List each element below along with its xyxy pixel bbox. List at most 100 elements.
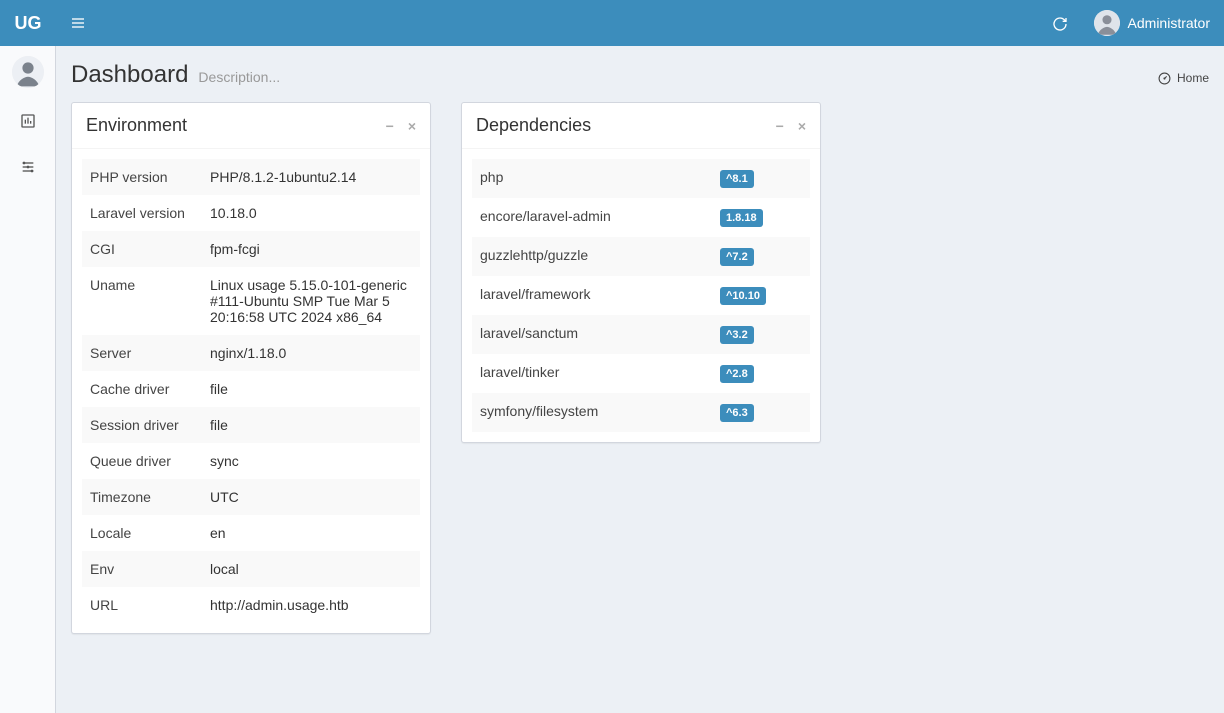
- dep-value-cell: ^2.8: [712, 354, 810, 393]
- sidebar-item-admin[interactable]: [0, 147, 55, 184]
- close-button[interactable]: ×: [408, 118, 416, 134]
- user-menu[interactable]: Administrator: [1080, 10, 1224, 36]
- env-label: Locale: [82, 515, 202, 551]
- dependencies-table: php ^8.1 encore/laravel-admin 1.8.18 guzzleh…: [472, 159, 810, 432]
- table-row: Session driverfile: [82, 407, 420, 443]
- dep-value-cell: ^10.10: [712, 276, 810, 315]
- env-value: file: [202, 407, 420, 443]
- env-value: sync: [202, 443, 420, 479]
- env-label: Laravel version: [82, 195, 202, 231]
- minus-icon: −: [776, 118, 784, 134]
- env-value: http://admin.usage.htb: [202, 587, 420, 623]
- version-badge: ^3.2: [720, 326, 754, 344]
- tasks-icon: [20, 157, 36, 173]
- collapse-button[interactable]: −: [776, 118, 784, 134]
- sidebar-item-dashboard[interactable]: [0, 102, 55, 139]
- sidebar-avatar[interactable]: [12, 56, 44, 88]
- table-row: Localeen: [82, 515, 420, 551]
- dashboard-icon: [1158, 71, 1171, 85]
- environment-box-title: Environment: [86, 115, 187, 136]
- env-label: Server: [82, 335, 202, 371]
- env-value: en: [202, 515, 420, 551]
- close-icon: ×: [798, 118, 806, 134]
- dep-label: guzzlehttp/guzzle: [472, 237, 712, 276]
- menu-toggle-button[interactable]: [56, 14, 100, 32]
- dep-label: laravel/tinker: [472, 354, 712, 393]
- table-row: laravel/tinker ^2.8: [472, 354, 810, 393]
- table-row: laravel/framework ^10.10: [472, 276, 810, 315]
- dep-value-cell: 1.8.18: [712, 198, 810, 237]
- env-value: local: [202, 551, 420, 587]
- dependencies-box: Dependencies − × php ^8.1 encore/laravel-a…: [461, 102, 821, 443]
- bars-icon: [70, 14, 86, 31]
- env-value: UTC: [202, 479, 420, 515]
- table-row: TimezoneUTC: [82, 479, 420, 515]
- env-value: PHP/8.1.2-1ubuntu2.14: [202, 159, 420, 195]
- env-label: Cache driver: [82, 371, 202, 407]
- version-badge: ^8.1: [720, 170, 754, 188]
- env-value: 10.18.0: [202, 195, 420, 231]
- bar-chart-icon: [20, 112, 36, 128]
- refresh-button[interactable]: [1040, 14, 1080, 31]
- table-row: UnameLinux usage 5.15.0-101-generic #111…: [82, 267, 420, 335]
- version-badge: 1.8.18: [720, 209, 763, 227]
- table-row: Envlocal: [82, 551, 420, 587]
- table-row: Queue driversync: [82, 443, 420, 479]
- version-badge: ^2.8: [720, 365, 754, 383]
- version-badge: ^6.3: [720, 404, 754, 422]
- environment-box: Environment − × PHP versionPHP/8.1.2-1ub…: [71, 102, 431, 634]
- breadcrumb-home: Home: [1177, 71, 1209, 85]
- dependencies-box-title: Dependencies: [476, 115, 591, 136]
- table-row: encore/laravel-admin 1.8.18: [472, 198, 810, 237]
- table-row: php ^8.1: [472, 159, 810, 198]
- env-value: Linux usage 5.15.0-101-generic #111-Ubun…: [202, 267, 420, 335]
- dep-value-cell: ^7.2: [712, 237, 810, 276]
- env-value: fpm-fcgi: [202, 231, 420, 267]
- env-label: Timezone: [82, 479, 202, 515]
- table-row: CGIfpm-fcgi: [82, 231, 420, 267]
- table-row: URLhttp://admin.usage.htb: [82, 587, 420, 623]
- env-label: Uname: [82, 267, 202, 335]
- sidebar: [0, 46, 56, 713]
- dep-label: symfony/filesystem: [472, 393, 712, 432]
- refresh-icon: [1052, 14, 1068, 30]
- avatar: [1094, 10, 1120, 36]
- env-label: Queue driver: [82, 443, 202, 479]
- dep-value-cell: ^3.2: [712, 315, 810, 354]
- dep-value-cell: ^8.1: [712, 159, 810, 198]
- table-row: PHP versionPHP/8.1.2-1ubuntu2.14: [82, 159, 420, 195]
- logo[interactable]: UG: [0, 13, 56, 34]
- dep-value-cell: ^6.3: [712, 393, 810, 432]
- user-name: Administrator: [1128, 15, 1210, 31]
- collapse-button[interactable]: −: [386, 118, 394, 134]
- dep-label: encore/laravel-admin: [472, 198, 712, 237]
- dep-label: laravel/framework: [472, 276, 712, 315]
- breadcrumb[interactable]: Home: [1158, 71, 1209, 85]
- dep-label: laravel/sanctum: [472, 315, 712, 354]
- version-badge: ^7.2: [720, 248, 754, 266]
- close-icon: ×: [408, 118, 416, 134]
- minus-icon: −: [386, 118, 394, 134]
- env-label: PHP version: [82, 159, 202, 195]
- table-row: laravel/sanctum ^3.2: [472, 315, 810, 354]
- table-row: Cache driverfile: [82, 371, 420, 407]
- env-value: nginx/1.18.0: [202, 335, 420, 371]
- page-title: Dashboard: [71, 61, 188, 89]
- content-header: Dashboard Description... Home: [56, 46, 1224, 97]
- environment-table: PHP versionPHP/8.1.2-1ubuntu2.14Laravel …: [82, 159, 420, 623]
- table-row: Servernginx/1.18.0: [82, 335, 420, 371]
- page-description: Description...: [198, 69, 280, 85]
- close-button[interactable]: ×: [798, 118, 806, 134]
- env-value: file: [202, 371, 420, 407]
- dep-label: php: [472, 159, 712, 198]
- env-label: Env: [82, 551, 202, 587]
- content: Dashboard Description... Home Environmen…: [56, 46, 1224, 713]
- env-label: CGI: [82, 231, 202, 267]
- env-label: URL: [82, 587, 202, 623]
- env-label: Session driver: [82, 407, 202, 443]
- version-badge: ^10.10: [720, 287, 766, 305]
- top-header: UG Administrator: [0, 0, 1224, 46]
- table-row: Laravel version10.18.0: [82, 195, 420, 231]
- table-row: symfony/filesystem ^6.3: [472, 393, 810, 432]
- table-row: guzzlehttp/guzzle ^7.2: [472, 237, 810, 276]
